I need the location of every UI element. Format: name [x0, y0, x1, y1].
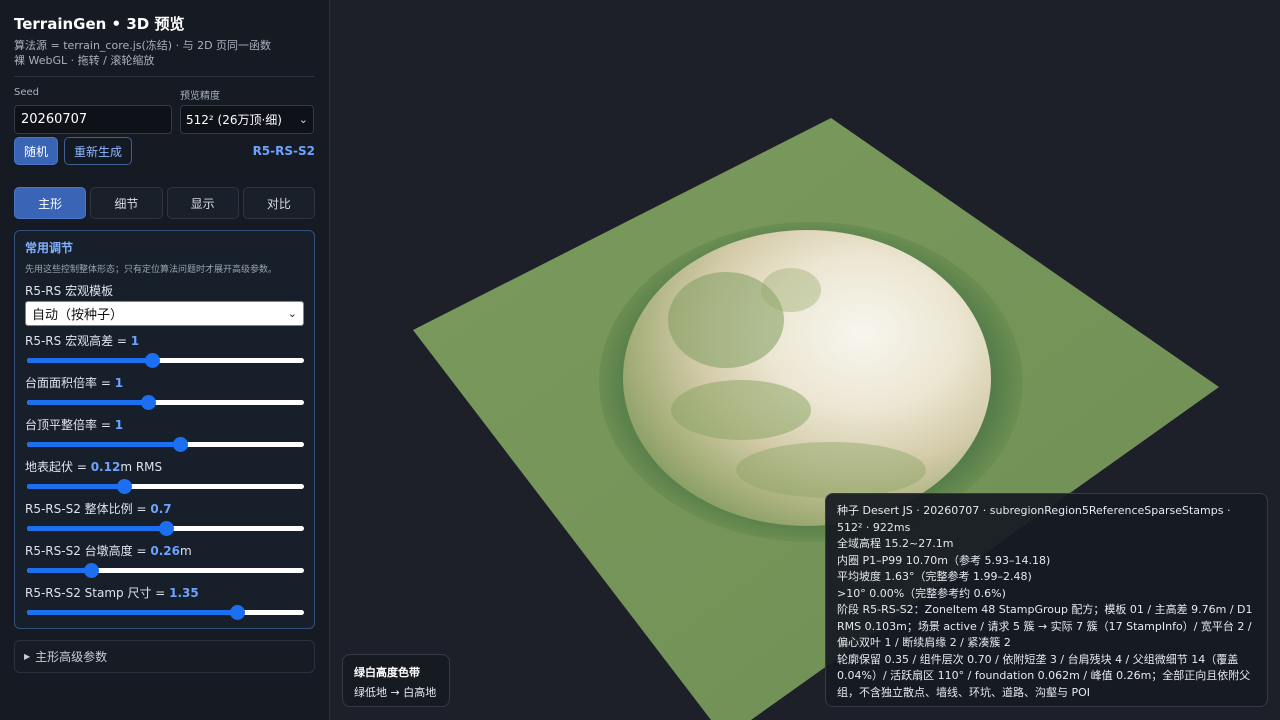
height-color-legend: 绿白高度色带 绿低地 → 白高地	[342, 654, 450, 707]
template-label: R5-RS 宏观模板	[25, 284, 114, 298]
slider-label: R5-RS 宏观高差 = 1	[25, 334, 304, 348]
slider-value: 1	[130, 334, 140, 348]
slider-name: 地表起伏	[25, 460, 74, 474]
slider-name: R5-RS-S2 Stamp 尺寸	[25, 586, 152, 600]
range-slider[interactable]	[25, 352, 304, 368]
slider-thumb[interactable]	[159, 521, 174, 536]
header-divider	[14, 76, 315, 77]
slider-value: 1	[114, 418, 124, 432]
slider-label: R5-RS-S2 台墩高度 = 0.26m	[25, 544, 304, 558]
slider-label: 台面面积倍率 = 1	[25, 376, 304, 390]
slider-fill	[27, 484, 125, 489]
slider-equals: =	[73, 460, 91, 474]
regenerate-button[interactable]: 重新生成	[64, 137, 133, 165]
advanced-params-toggle[interactable]: ▶ 主形高级参数	[14, 640, 315, 673]
slider-name: R5-RS-S2 台墩高度	[25, 544, 133, 558]
preset-code: R5-RS-S2	[252, 144, 315, 158]
terrain-lowland-patch	[736, 442, 926, 498]
slider-equals: =	[97, 418, 115, 432]
slider-thumb[interactable]	[140, 395, 156, 410]
slider-equals: =	[113, 334, 131, 348]
stats-detail-line: 轮廓保留 0.35 / 组件层次 0.70 / 依附短垄 3 / 台肩残块 4 …	[837, 652, 1251, 699]
terrain-stats-panel: 种子 Desert JS · 20260707 · subregionRegio…	[825, 493, 1268, 707]
precision-select[interactable]: 512² (26万顶·细) ⌄	[180, 105, 314, 134]
slider-thumb[interactable]	[172, 437, 188, 452]
slider-fill	[27, 526, 166, 531]
slider-value: 1	[114, 376, 124, 390]
precision-label: 预览精度	[180, 91, 220, 102]
legend-description: 绿低地 → 白高地	[354, 686, 437, 699]
slider-unit: m RMS	[120, 460, 163, 474]
slider-label: 台顶平整倍率 = 1	[25, 418, 304, 432]
slider-list: R5-RS 宏观高差 = 1 台面面积倍率 = 1 台顶平整倍率 = 1 地表起伏 =…	[25, 334, 304, 620]
legend-title: 绿白高度色带	[354, 666, 420, 679]
range-slider[interactable]	[25, 604, 304, 620]
slider-label: R5-RS-S2 Stamp 尺寸 = 1.35	[25, 586, 304, 600]
advanced-params-label: 主形高级参数	[35, 650, 108, 664]
slider-name: R5-RS-S2 整体比例	[25, 502, 133, 516]
slider-name: 台顶平整倍率	[25, 418, 98, 432]
slider-thumb[interactable]	[83, 563, 99, 578]
slider-fill	[27, 610, 237, 615]
template-select[interactable]: 自动（按种子） ⌄	[25, 301, 304, 326]
slider-label: R5-RS-S2 整体比例 = 0.7	[25, 502, 304, 516]
slider-fill	[27, 442, 180, 447]
range-slider[interactable]	[25, 478, 304, 494]
slider-unit: m	[179, 544, 192, 558]
tab-main-shape[interactable]: 主形	[14, 187, 87, 219]
random-button[interactable]: 随机	[14, 137, 59, 165]
sidebar: TerrainGen • 3D 预览 算法源 = terrain_core.js…	[0, 0, 330, 720]
range-slider[interactable]	[25, 520, 304, 536]
slider-thumb[interactable]	[117, 479, 133, 494]
stats-steep-line: >10° 0.00%（完整参考约 0.6%)	[837, 586, 1006, 600]
slider-name: 台面面积倍率	[25, 376, 98, 390]
tab-compare[interactable]: 对比	[242, 187, 315, 219]
range-slider[interactable]	[25, 436, 304, 452]
slider-value: 0.7	[150, 502, 172, 516]
panel-title: 常用调节	[25, 241, 74, 255]
triangle-right-icon: ▶	[24, 652, 31, 661]
slider-fill	[27, 358, 153, 363]
slider-equals: =	[132, 502, 151, 516]
range-slider[interactable]	[25, 562, 304, 578]
tab-detail[interactable]: 细节	[90, 187, 163, 219]
tab-display[interactable]: 显示	[166, 187, 239, 219]
slider-value: 1.35	[169, 586, 199, 600]
slider-equals: =	[97, 376, 115, 390]
seed-label: Seed	[14, 87, 39, 98]
slider-value: 0.12	[90, 460, 121, 474]
stats-elevation-line: 全域高程 15.2~27.1m	[837, 537, 954, 550]
slider-value: 0.26	[150, 544, 180, 558]
slider-thumb[interactable]	[229, 605, 245, 620]
slider-label: 地表起伏 = 0.12m RMS	[25, 460, 304, 474]
template-value: 自动（按种子）	[32, 308, 124, 323]
stats-slope-line: 平均坡度 1.63°（完整参考 1.99–2.48)	[837, 570, 1032, 583]
slider-fill	[27, 568, 91, 573]
tab-bar: 主形 细节 显示 对比	[14, 187, 315, 219]
slider-equals: =	[151, 586, 170, 600]
slider-name: R5-RS 宏观高差	[25, 334, 114, 348]
stats-seed-line: 种子 Desert JS · 20260707 · subregionRegio…	[837, 504, 1231, 534]
precision-value: 512² (26万顶·细)	[186, 113, 282, 127]
slider-equals: =	[132, 544, 151, 558]
range-slider[interactable]	[25, 394, 304, 410]
common-controls-panel: 常用调节 先用这些控制整体形态；只有定位算法问题时才展开高级参数。 R5-RS …	[14, 230, 315, 629]
slider-thumb[interactable]	[145, 353, 161, 368]
subtitle-source: 算法源 = terrain_core.js(冻结) · 与 2D 页同一函数	[14, 39, 272, 52]
chevron-down-icon: ⌄	[287, 307, 297, 320]
panel-hint: 先用这些控制整体形态；只有定位算法问题时才展开高级参数。	[25, 265, 278, 275]
terrain-lowland-patch	[671, 380, 811, 440]
chevron-down-icon: ⌄	[298, 113, 308, 126]
app-title: TerrainGen • 3D 预览	[14, 15, 185, 33]
stats-stage-line: 阶段 R5-RS-S2：ZoneItem 48 StampGroup 配方；模板…	[837, 603, 1253, 649]
seed-input[interactable]	[14, 105, 172, 134]
slider-fill	[27, 400, 148, 405]
subtitle-webgl: 裸 WebGL · 拖转 / 滚轮缩放	[14, 54, 155, 67]
terrain-lowland-patch	[761, 268, 821, 312]
stats-inner-line: 内圈 P1–P99 10.70m（参考 5.93–14.18)	[837, 553, 1051, 567]
